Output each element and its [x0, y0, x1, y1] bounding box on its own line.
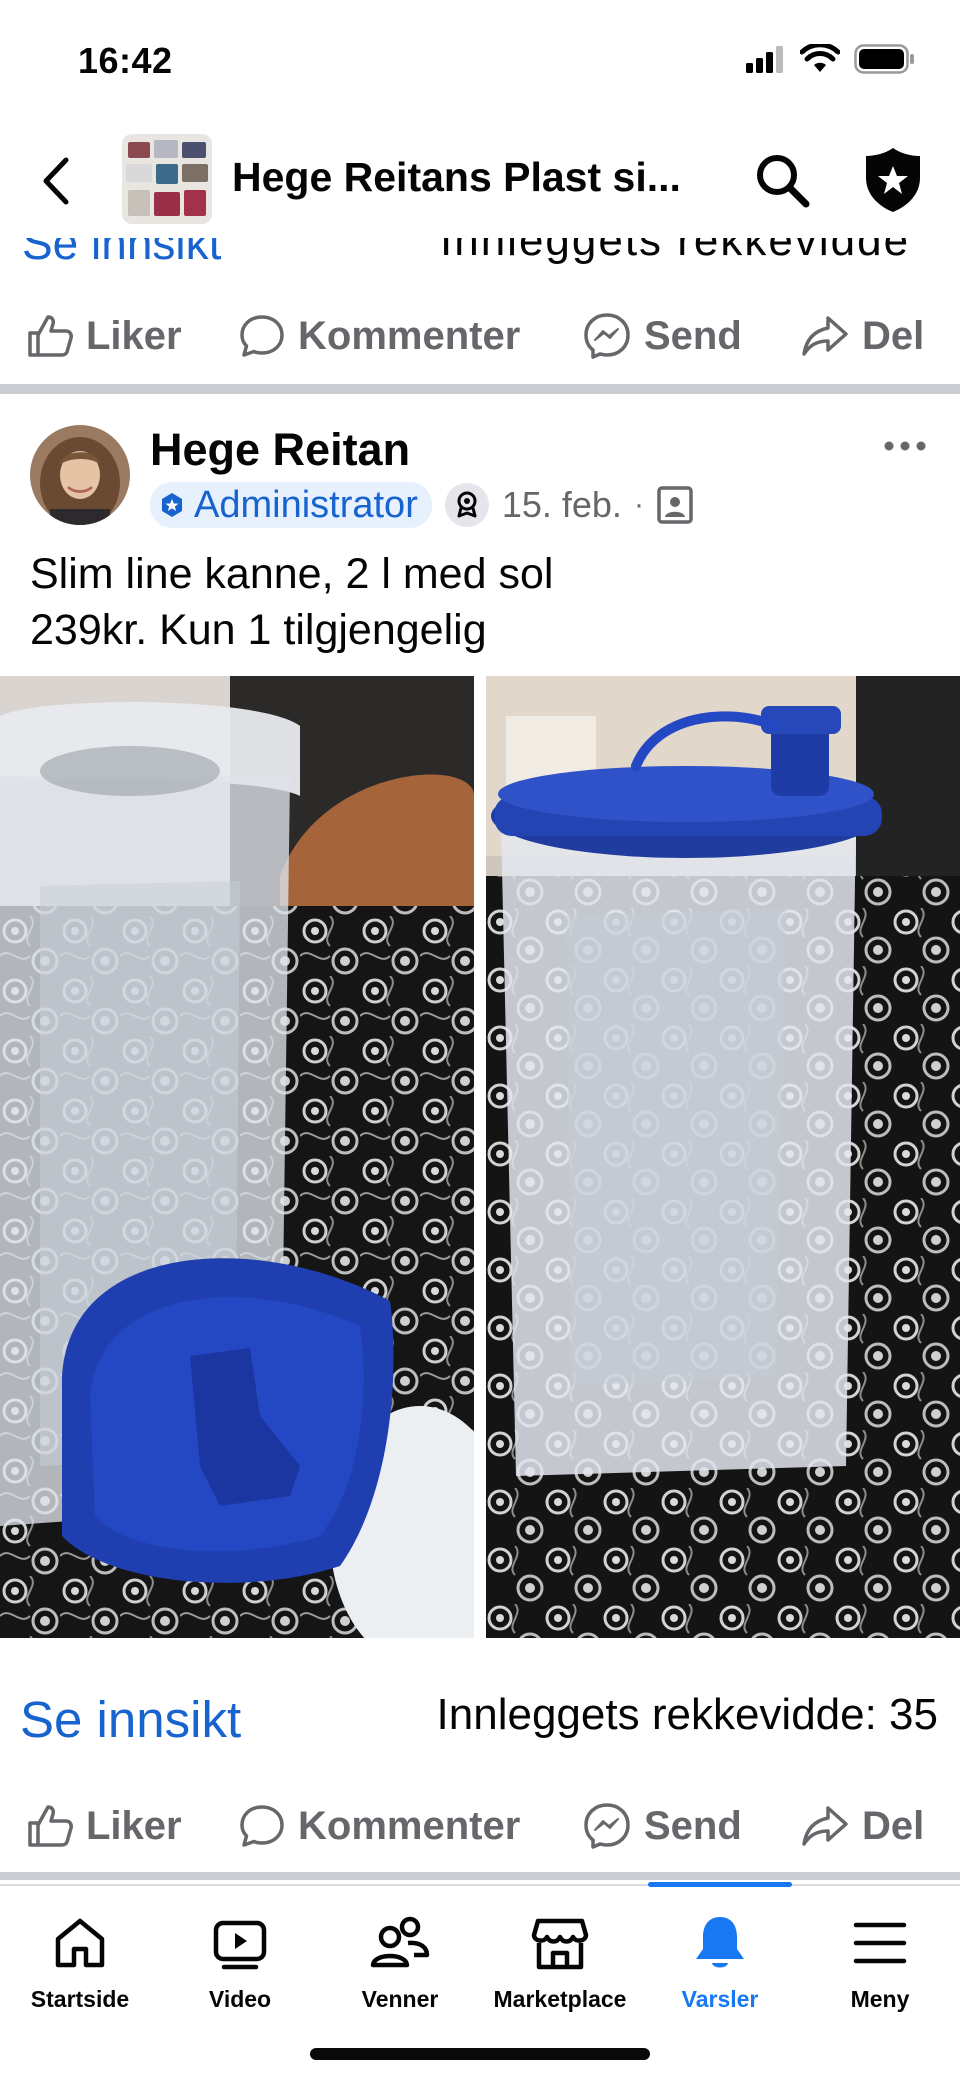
post-reach: Innleggets rekkevidde: 35 — [436, 1690, 938, 1739]
post-text-line-2: 239kr. Kun 1 tilgjengelig — [30, 606, 487, 654]
tab-marketplace[interactable]: Marketplace — [480, 1886, 640, 2036]
comment-icon — [240, 315, 284, 357]
insight-link[interactable]: Se innsikt — [20, 1690, 241, 1749]
like-label: Liker — [86, 313, 182, 358]
share-icon — [802, 1806, 848, 1846]
video-icon — [213, 1920, 267, 1970]
comment-label: Kommenter — [298, 1803, 521, 1848]
status-icons — [746, 44, 916, 74]
post-text: Slim line kanne, 2 l med sol 239kr. Kun … — [30, 546, 553, 658]
tab-video[interactable]: Video — [160, 1886, 320, 2036]
tab-label: Varsler — [681, 1986, 759, 2012]
previous-reach-text: Innleggets rekkevidde — [440, 238, 911, 265]
battery-icon — [854, 44, 914, 74]
post-author[interactable]: Hege Reitan — [150, 424, 410, 476]
share-icon — [802, 316, 848, 356]
tab-varsler[interactable]: Varsler — [640, 1886, 800, 2036]
signal-icon — [746, 46, 783, 73]
comment-label: Kommenter — [298, 313, 521, 358]
share-label: Del — [862, 313, 925, 358]
send-label: Send — [644, 313, 742, 358]
post-photo-1[interactable] — [0, 676, 474, 1638]
messenger-icon — [584, 313, 630, 359]
send-button[interactable]: Send — [582, 1801, 742, 1851]
like-button[interactable]: Liker — [26, 313, 182, 359]
tab-label: Marketplace — [493, 1986, 627, 2012]
group-audience-icon — [657, 486, 693, 524]
comment-button[interactable]: Kommenter — [238, 1803, 520, 1849]
search-icon[interactable] — [752, 150, 812, 210]
top-contributor-icon — [444, 483, 489, 527]
admin-star-icon — [162, 493, 182, 517]
tab-label: Venner — [361, 1986, 439, 2012]
share-label: Del — [862, 1803, 925, 1848]
admin-shield-icon[interactable] — [862, 146, 924, 214]
friends-icon — [370, 1916, 430, 1968]
marketplace-icon — [531, 1918, 589, 1970]
share-button[interactable]: Del — [800, 1804, 924, 1849]
wifi-icon — [800, 44, 840, 72]
post-actions: Liker Kommenter Send Del — [0, 1785, 960, 1867]
post-divider-bottom — [0, 1872, 960, 1880]
tab-label: Video — [208, 1986, 272, 2012]
home-icon — [55, 1918, 105, 1968]
previous-insight-link[interactable]: Se innsikt — [22, 238, 221, 270]
tab-meny[interactable]: Meny — [800, 1886, 960, 2036]
tab-venner[interactable]: Venner — [320, 1886, 480, 2036]
meta-separator: · — [633, 488, 644, 521]
status-time: 16:42 — [78, 40, 173, 81]
more-options-icon[interactable] — [880, 432, 930, 460]
previous-post-actions: Liker Kommenter Send Del — [0, 295, 960, 377]
home-indicator[interactable] — [310, 2048, 650, 2060]
post-text-line-1: Slim line kanne, 2 l med sol — [30, 550, 554, 598]
back-icon[interactable] — [36, 156, 80, 206]
post-divider — [0, 384, 960, 394]
tab-label: Meny — [850, 1986, 910, 2012]
bell-icon — [696, 1917, 744, 1968]
post-meta: Administrator 15. feb. · — [150, 482, 694, 528]
avatar[interactable] — [30, 425, 130, 525]
tab-label: Startside — [30, 1986, 130, 2012]
thumbs-up-icon — [28, 1805, 73, 1847]
messenger-icon — [584, 1803, 630, 1849]
share-button[interactable]: Del — [800, 314, 924, 359]
menu-icon — [853, 1922, 907, 1964]
like-label: Liker — [86, 1803, 182, 1848]
thumbs-up-icon — [28, 315, 73, 357]
admin-badge-label: Administrator — [194, 483, 418, 526]
comment-button[interactable]: Kommenter — [238, 313, 520, 359]
admin-badge: Administrator — [150, 482, 432, 528]
group-name[interactable]: Hege Reitans Plast si... — [232, 154, 692, 201]
send-label: Send — [644, 1803, 742, 1848]
send-button[interactable]: Send — [582, 311, 742, 361]
post-photo-2[interactable] — [486, 676, 960, 1638]
group-header: Hege Reitans Plast si... — [0, 120, 960, 238]
post-date[interactable]: 15. feb. — [502, 484, 622, 526]
status-bar: 16:42 — [0, 0, 960, 120]
group-thumbnail[interactable] — [122, 134, 212, 224]
comment-icon — [240, 1805, 284, 1847]
tab-startside[interactable]: Startside — [0, 1886, 160, 2036]
like-button[interactable]: Liker — [26, 1803, 182, 1849]
